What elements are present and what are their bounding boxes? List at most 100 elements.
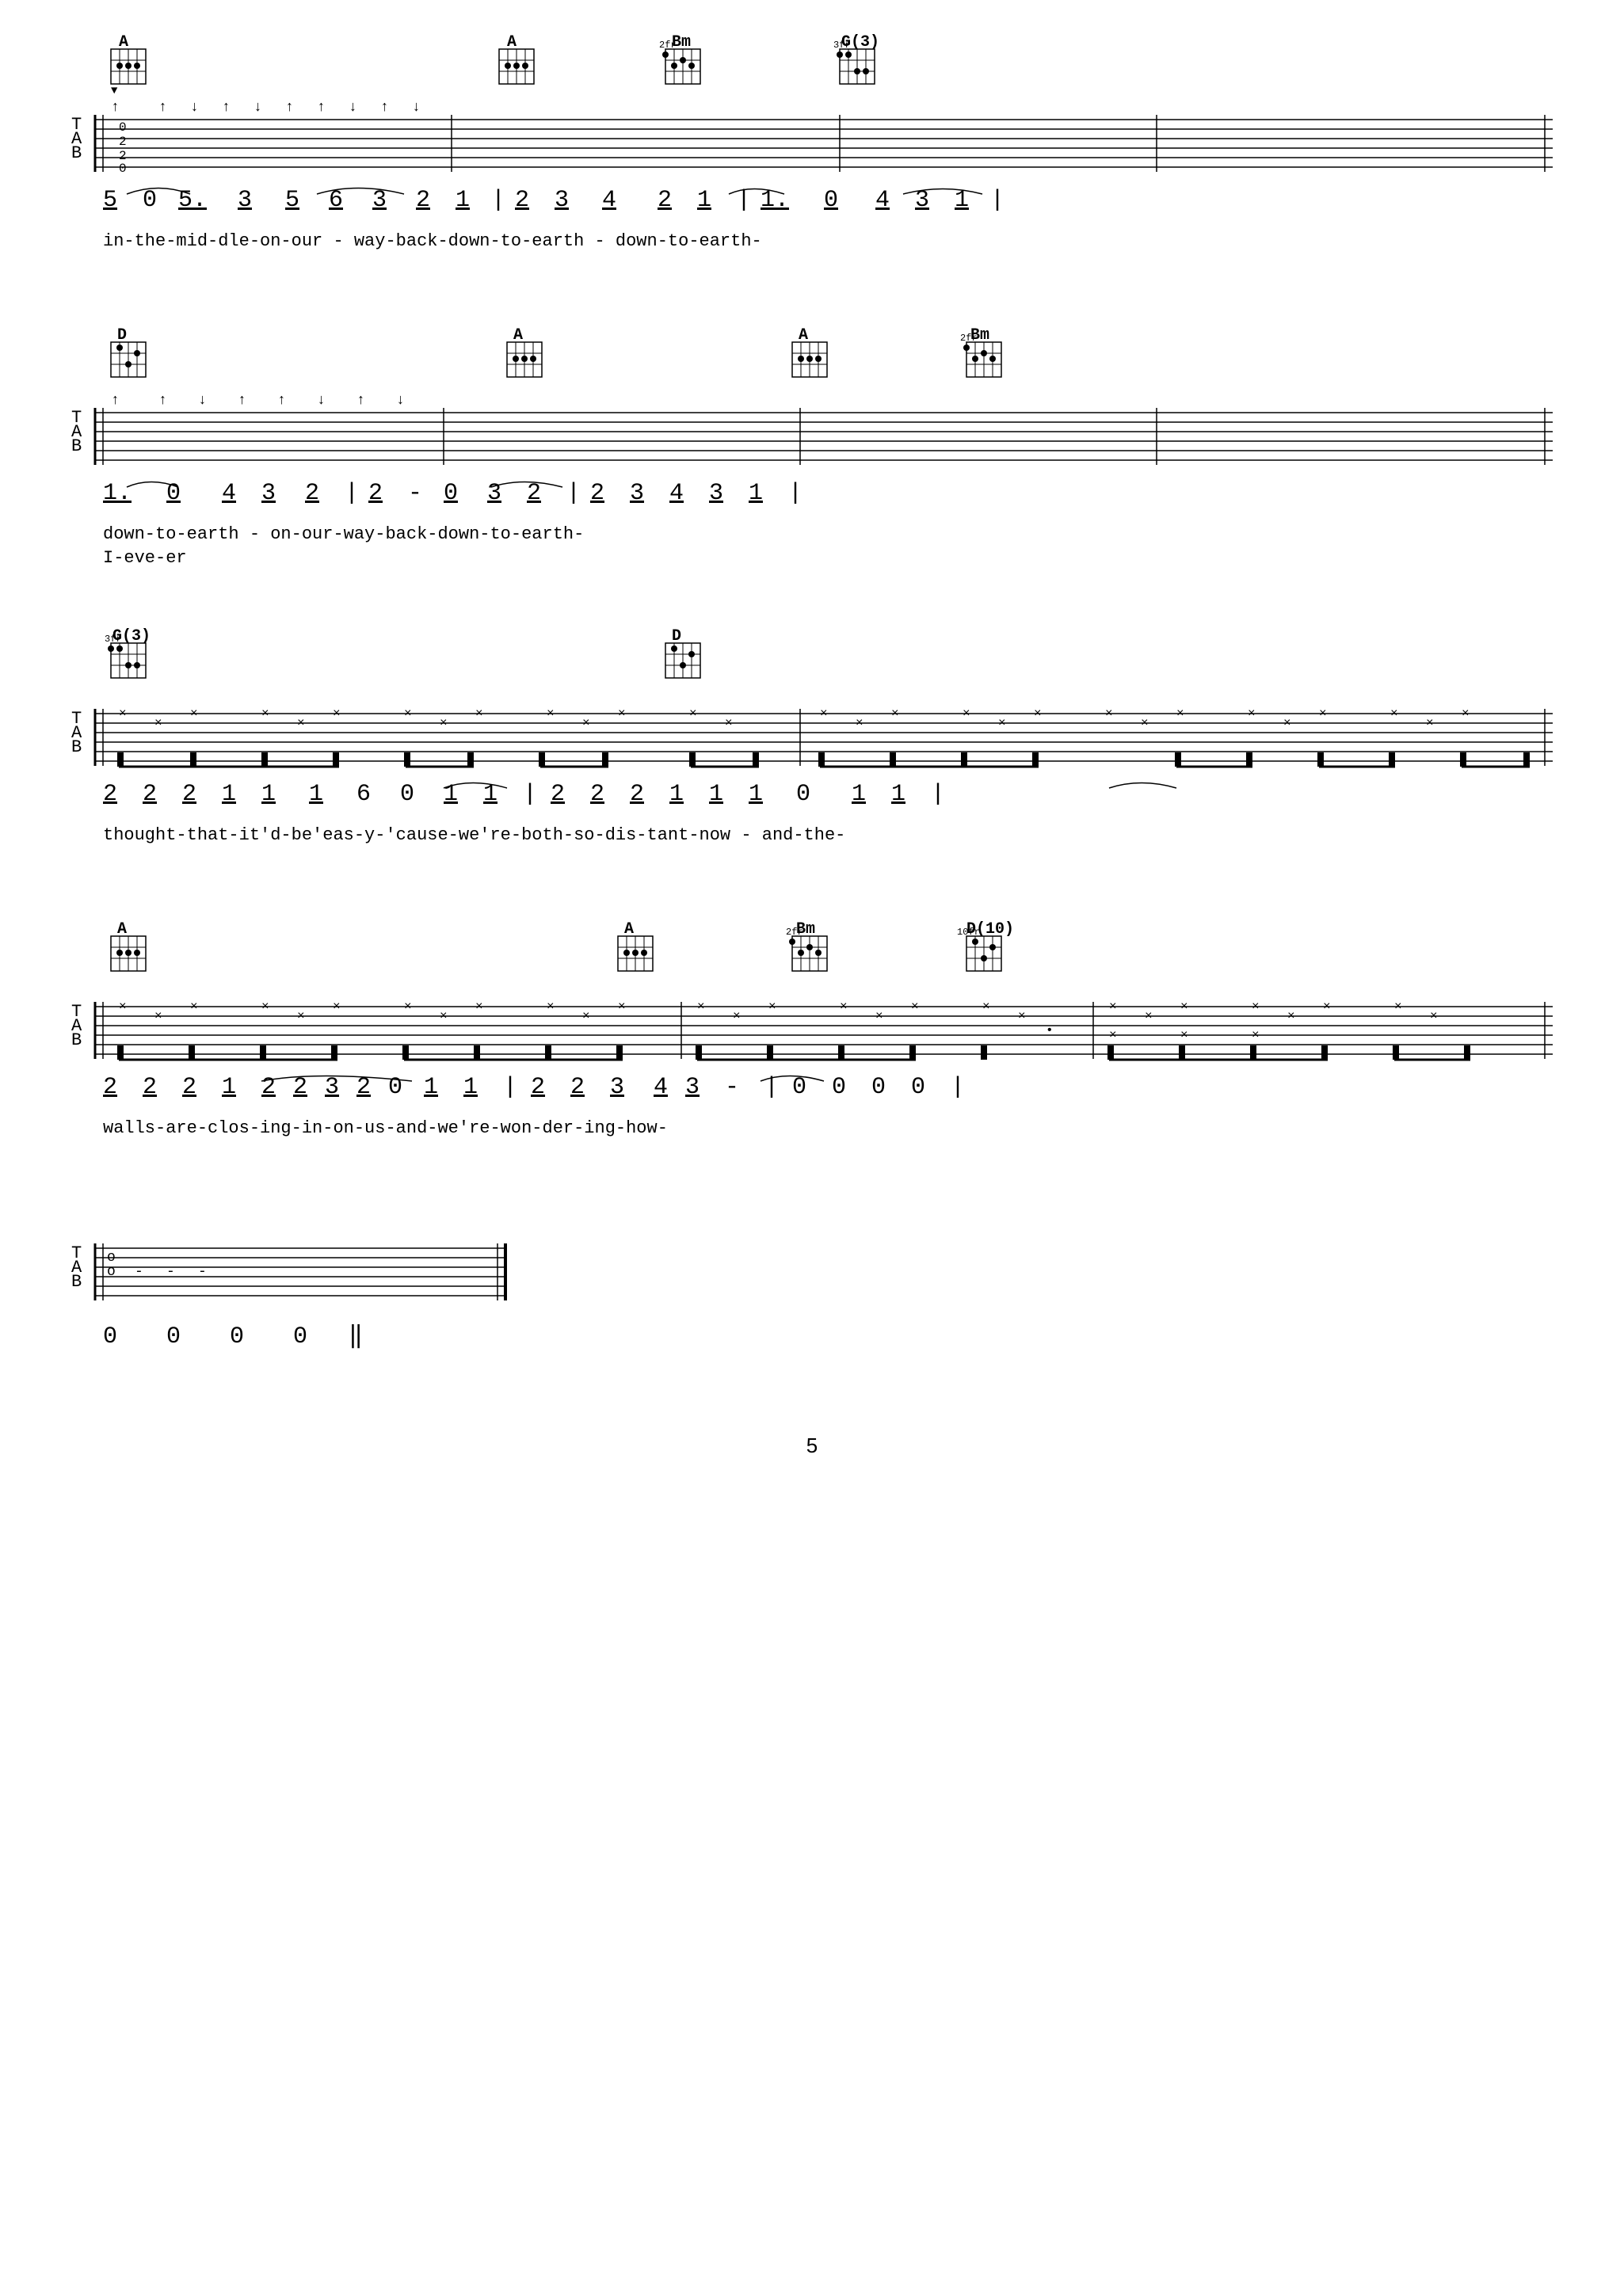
section2-svg: D A [63,325,1569,586]
svg-text:1: 1 [444,781,458,808]
svg-text:×: × [911,1000,919,1014]
svg-text:2fr: 2fr [786,927,803,938]
svg-text:3: 3 [555,187,569,214]
svg-text:↑: ↑ [277,393,286,409]
svg-text:↑: ↑ [285,100,294,116]
lyrics-1: in-the-mid-dle-on-our - way-back-down-to… [103,231,762,251]
svg-text:×: × [1462,706,1470,721]
section-3: G(3) 3fr D [63,626,1561,879]
svg-text:2: 2 [103,1074,117,1101]
svg-text:|: | [931,781,945,808]
svg-text:-: - [166,1264,175,1280]
section3-svg: G(3) 3fr D [63,626,1569,879]
svg-text:|: | [503,1074,517,1101]
svg-text:1: 1 [424,1074,438,1101]
svg-text:1: 1 [697,187,711,214]
svg-text:10fr: 10fr [957,927,980,938]
lyrics-4: walls-are-clos-ing-in-on-us-and-we're-wo… [103,1118,668,1138]
svg-text:1: 1 [669,781,684,808]
svg-text:2: 2 [570,1074,585,1101]
svg-text:0: 0 [388,1074,402,1101]
svg-text:2: 2 [103,781,117,808]
svg-text:1: 1 [222,781,236,808]
svg-text:4: 4 [875,187,890,214]
svg-text:0: 0 [166,480,181,507]
svg-text:|: | [788,480,802,507]
svg-text:3: 3 [487,480,501,507]
svg-text:×: × [1323,1000,1331,1014]
svg-text:↓: ↓ [198,393,207,409]
svg-text:×: × [333,706,341,721]
svg-text:×: × [190,1000,198,1014]
svg-text:1.: 1. [761,187,789,214]
svg-text:×: × [119,706,127,721]
lyrics-2b: I-eve-er [103,548,187,568]
svg-text:↑: ↑ [317,100,326,116]
svg-text:×: × [333,1000,341,1014]
svg-text:0: 0 [119,162,127,176]
svg-text:3: 3 [685,1074,700,1101]
svg-text:×: × [440,1009,448,1023]
svg-text:4: 4 [654,1074,668,1101]
svg-text:6: 6 [329,187,343,214]
svg-text:×: × [190,706,198,721]
svg-text:3fr: 3fr [105,634,122,645]
svg-text:-: - [198,1264,207,1280]
svg-text:↑: ↑ [356,393,365,409]
svg-text:×: × [998,716,1006,730]
svg-text:×: × [618,1000,626,1014]
svg-text:×: × [440,716,448,730]
svg-text:6: 6 [356,781,371,808]
svg-text:×: × [982,1000,990,1014]
svg-text:|: | [737,187,751,214]
svg-text:5: 5 [103,187,117,214]
svg-text:0: 0 [824,187,838,214]
svg-text:0: 0 [230,1323,244,1350]
svg-text:×: × [689,706,697,721]
svg-text:B: B [71,1030,82,1050]
svg-text:×: × [1034,706,1042,721]
svg-text:3: 3 [709,480,723,507]
svg-text:×: × [1109,1000,1117,1014]
svg-text:5.: 5. [178,187,207,214]
section-2: D A [63,325,1561,586]
svg-text:×: × [768,1000,776,1014]
svg-text:2: 2 [515,187,529,214]
svg-text:×: × [1248,706,1256,721]
svg-text:×: × [856,716,863,730]
svg-text:×: × [1252,1028,1260,1042]
svg-text:2: 2 [119,135,127,149]
svg-text:2: 2 [182,1074,196,1101]
svg-text:×: × [963,706,970,721]
svg-text:×: × [618,706,626,721]
svg-text:×: × [1145,1009,1153,1023]
svg-text:1: 1 [891,781,905,808]
svg-text:2: 2 [143,1074,157,1101]
svg-text:0: 0 [832,1074,846,1101]
page: A ▼ A [0,0,1624,2296]
svg-text:0: 0 [871,1074,886,1101]
page-number: 5 [63,1434,1561,1458]
svg-text:×: × [1394,1000,1402,1014]
svg-text:‖: ‖ [349,1323,363,1350]
svg-text:×: × [1180,1028,1188,1042]
svg-text:1: 1 [749,480,763,507]
svg-text:0: 0 [400,781,414,808]
section5-svg: T A B o o - - - 0 [63,1220,539,1394]
svg-text:×: × [875,1009,883,1023]
section-4: A A [63,919,1561,1180]
svg-text:×: × [1426,716,1434,730]
svg-text:4: 4 [669,480,684,507]
svg-text:4: 4 [602,187,616,214]
svg-text:1: 1 [309,781,323,808]
svg-text:2fr: 2fr [659,40,677,51]
svg-text:×: × [547,1000,555,1014]
svg-text:2: 2 [356,1074,371,1101]
lyrics-3: thought-that-it'd-be'eas-y-'cause-we're-… [103,825,845,845]
svg-text:×: × [1430,1009,1438,1023]
svg-text:×: × [404,1000,412,1014]
svg-text:×: × [1109,1028,1117,1042]
svg-text:×: × [582,716,590,730]
svg-text:-: - [408,480,422,507]
svg-text:0: 0 [103,1323,117,1350]
